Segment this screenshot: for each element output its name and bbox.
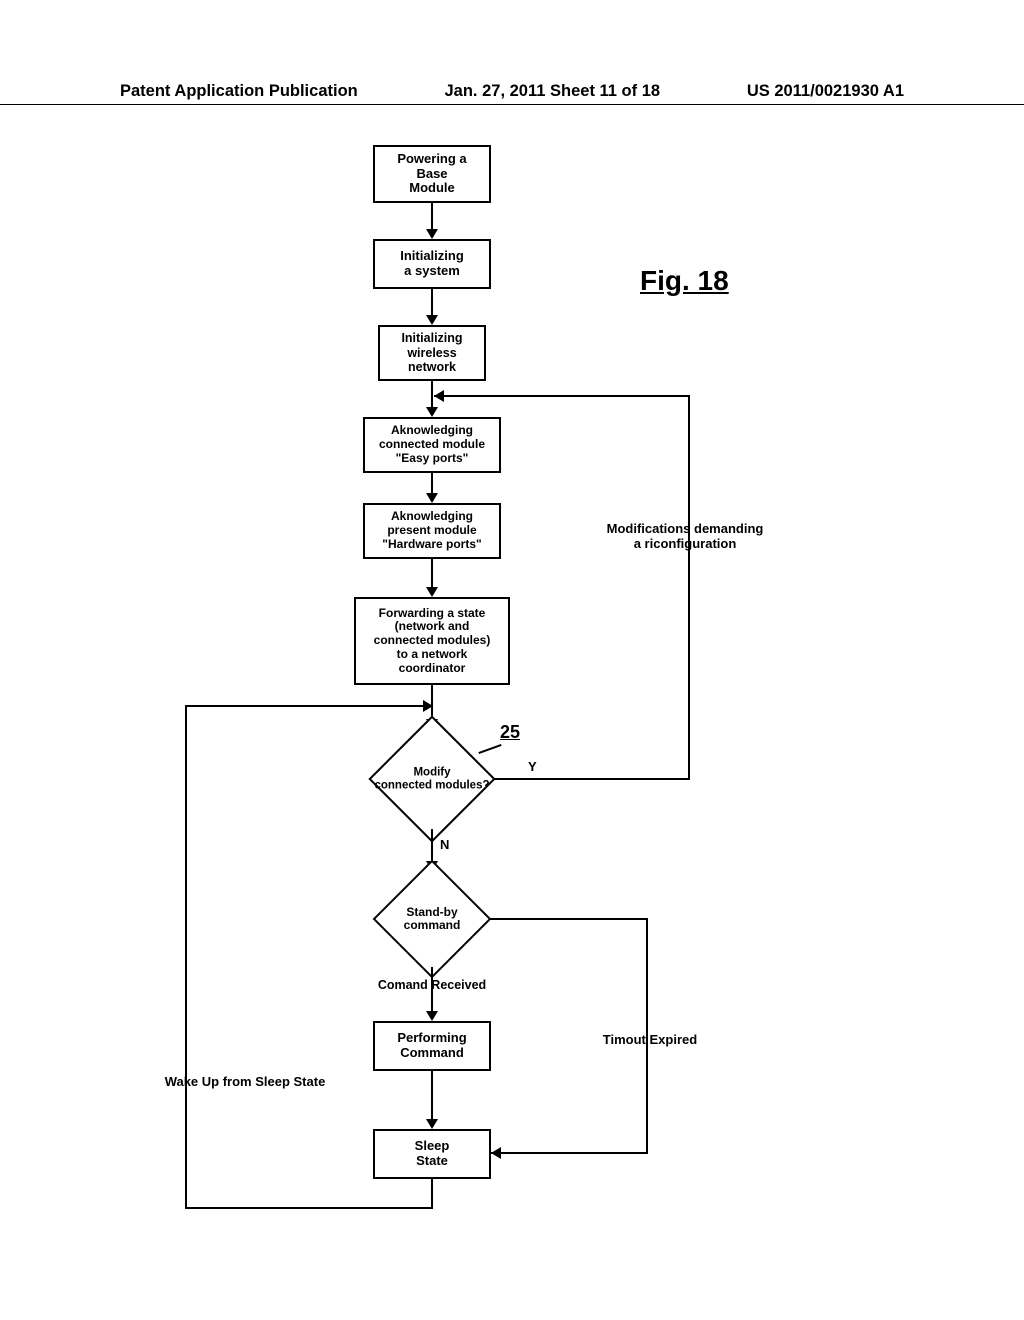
connector <box>688 395 690 780</box>
connector <box>494 778 540 780</box>
connector <box>185 1207 433 1209</box>
box-ack-hardware: Aknowledgingpresent module"Hardware port… <box>363 503 501 559</box>
label-no: N <box>440 838 449 853</box>
connector <box>431 829 433 863</box>
box-ack-easy: Aknowledgingconnected module"Easy ports" <box>363 417 501 473</box>
arrowhead-down-icon <box>426 407 438 417</box>
connector <box>431 289 433 317</box>
connector <box>431 1071 433 1121</box>
connector <box>491 1152 648 1154</box>
connector <box>540 778 690 780</box>
flowchart: Powering aBaseModule Initializinga syste… <box>0 0 1024 1320</box>
box-init-system: Initializinga system <box>373 239 491 289</box>
label-modifications: Modifications demandinga riconfiguration <box>575 522 795 552</box>
box-performing-command: PerformingCommand <box>373 1021 491 1071</box>
box-init-wireless: Initializingwirelessnetwork <box>378 325 486 381</box>
decision-standby: Stand-bycommand <box>358 871 506 967</box>
connector <box>431 203 433 231</box>
page: Patent Application Publication Jan. 27, … <box>0 0 1024 1320</box>
arrowhead-left-icon <box>491 1147 501 1159</box>
arrowhead-down-icon <box>426 1011 438 1021</box>
arrowhead-left-icon <box>434 390 444 402</box>
connector <box>185 705 187 1209</box>
label-yes: Y <box>528 760 537 775</box>
box-sleep-state: SleepState <box>373 1129 491 1179</box>
arrowhead-down-icon <box>426 229 438 239</box>
arrowhead-down-icon <box>426 587 438 597</box>
connector <box>431 381 433 409</box>
box-powering: Powering aBaseModule <box>373 145 491 203</box>
decision-modify: Modifyconnected modules? <box>350 729 514 829</box>
label-command-received: Comand Received <box>370 978 494 992</box>
reference-number: 25 <box>500 722 520 743</box>
connector <box>490 918 648 920</box>
arrowhead-down-icon <box>426 493 438 503</box>
label-wakeup: Wake Up from Sleep State <box>145 1075 345 1090</box>
box-forward-state: Forwarding a state(network andconnected … <box>354 597 510 685</box>
connector <box>434 395 690 397</box>
arrowhead-down-icon <box>426 315 438 325</box>
label-timeout: Timout Expired <box>590 1033 710 1048</box>
connector <box>185 705 425 707</box>
connector <box>431 473 433 495</box>
connector <box>431 559 433 589</box>
arrowhead-right-icon <box>423 700 433 712</box>
arrowhead-down-icon <box>426 1119 438 1129</box>
connector <box>431 1179 433 1209</box>
